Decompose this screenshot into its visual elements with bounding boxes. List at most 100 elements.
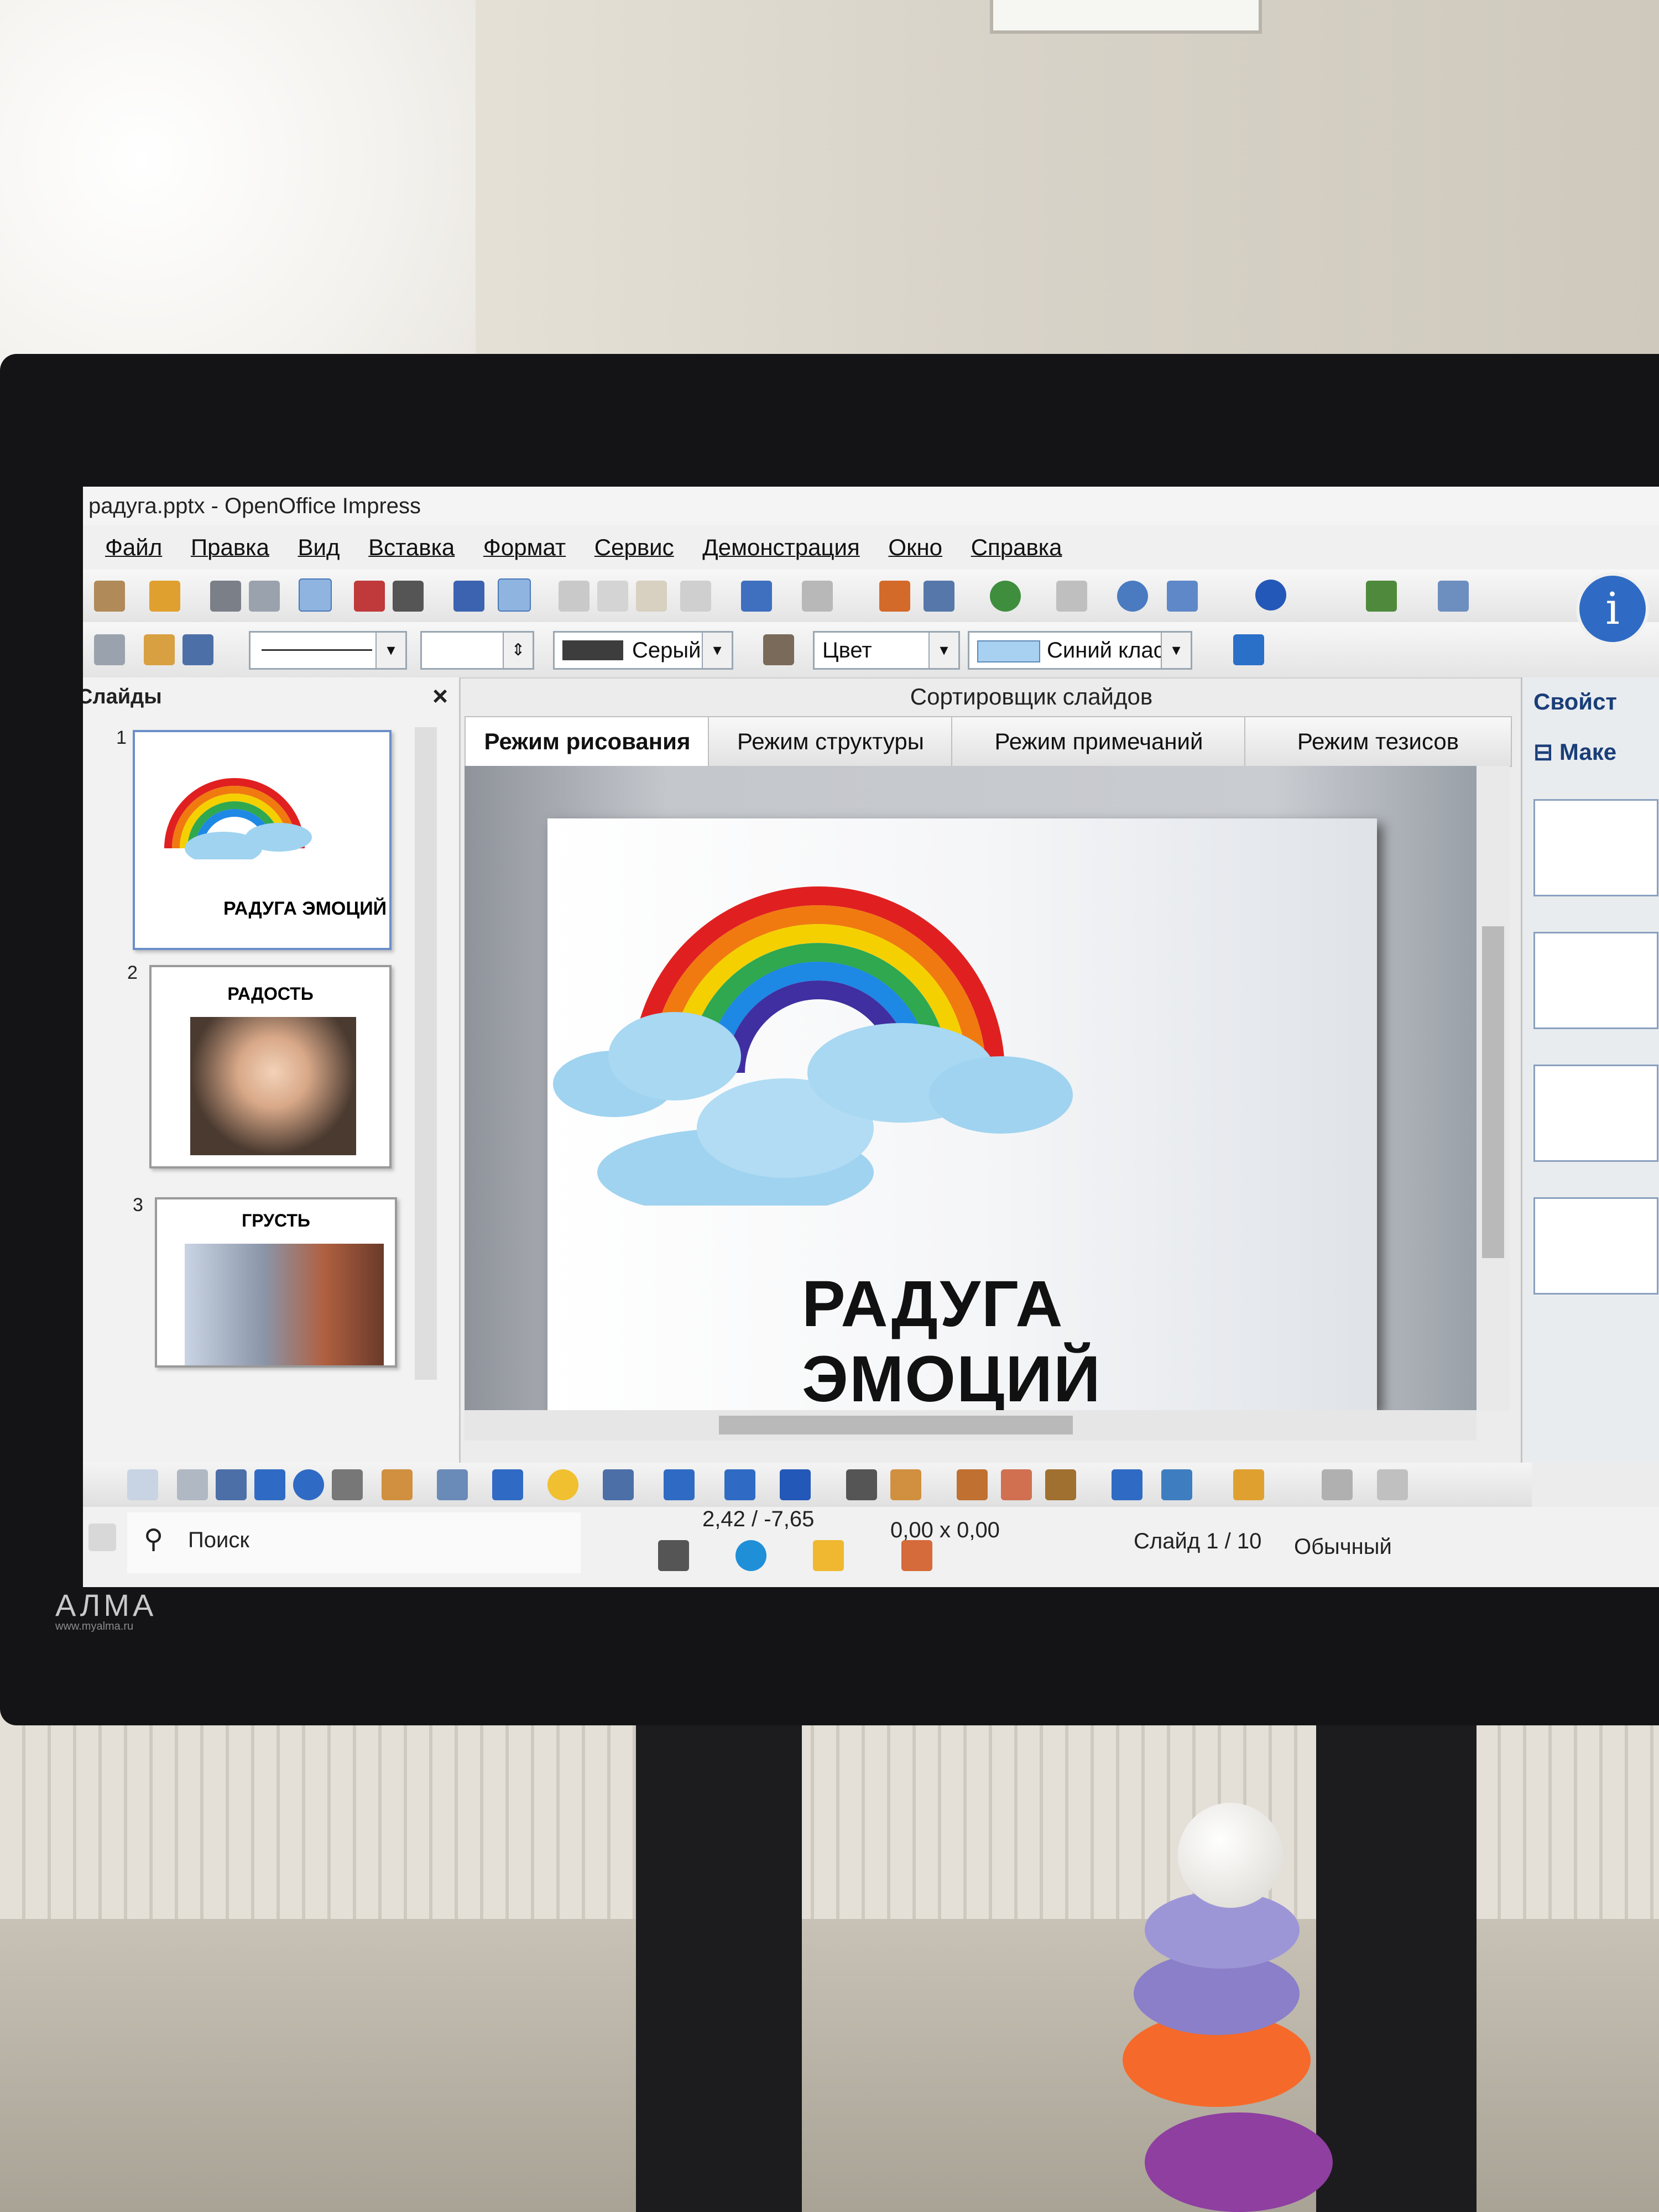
layouts-section-header[interactable]: ⊟ Маке — [1533, 738, 1616, 765]
arrow-tool-icon[interactable] — [216, 1469, 247, 1500]
line-style-select[interactable]: ▾ — [249, 631, 407, 670]
slide-thumbnail-3[interactable]: ГРУСТЬ — [155, 1197, 397, 1368]
gallery-icon[interactable] — [1001, 1469, 1032, 1500]
layout-blank-thumb[interactable] — [1533, 799, 1658, 896]
layout-title-content-thumb[interactable] — [1533, 932, 1658, 1029]
current-slide[interactable]: РАДУГА ЭМОЦИЙ — [547, 818, 1377, 1416]
search-placeholder: Поиск — [188, 1528, 249, 1552]
block-arrows-icon[interactable] — [603, 1469, 634, 1500]
alignment-icon[interactable] — [1161, 1469, 1192, 1500]
menu-edit[interactable]: Правка — [191, 534, 269, 560]
canvas-horizontal-scrollbar[interactable] — [465, 1410, 1477, 1441]
close-icon[interactable]: × — [432, 677, 448, 716]
edge-browser-icon[interactable] — [735, 1540, 766, 1571]
tab-outline-view[interactable]: Режим структуры — [708, 716, 953, 767]
slides-panel-scrollbar[interactable] — [415, 727, 437, 1380]
redo-icon[interactable] — [802, 581, 833, 612]
fill-color-select[interactable]: Синий клас ▾ — [968, 631, 1192, 670]
flowchart-icon[interactable] — [664, 1469, 695, 1500]
line-tool-icon[interactable] — [177, 1469, 208, 1500]
area-style-icon[interactable] — [763, 634, 794, 665]
menu-file[interactable]: Файл — [105, 534, 162, 560]
extrusion-icon[interactable] — [1045, 1469, 1076, 1500]
menu-slideshow[interactable]: Демонстрация — [702, 534, 859, 560]
windows-start-icon[interactable] — [88, 1524, 116, 1551]
rotate-icon[interactable] — [1112, 1469, 1142, 1500]
connector-tool-icon[interactable] — [437, 1469, 468, 1500]
taskbar-search[interactable]: ⚲ Поиск — [127, 1512, 581, 1573]
menu-view[interactable]: Вид — [298, 534, 340, 560]
line-width-field[interactable]: ⇕ — [420, 631, 534, 670]
group-icon[interactable] — [1322, 1469, 1353, 1500]
arrow-style-icon[interactable] — [182, 634, 213, 665]
save-icon[interactable] — [210, 581, 241, 612]
copy-icon[interactable] — [597, 581, 628, 612]
points-icon[interactable] — [846, 1469, 877, 1500]
paste-icon[interactable] — [636, 581, 667, 612]
slide-thumbnail-1[interactable]: РАДУГА ЭМОЦИЙ — [133, 730, 392, 950]
symbol-shapes-icon[interactable] — [547, 1469, 578, 1500]
drawing-toolbar — [83, 1463, 1532, 1507]
navigator-icon[interactable] — [1117, 581, 1148, 612]
zoom-icon[interactable] — [1167, 581, 1198, 612]
ellipse-tool-icon[interactable] — [293, 1469, 324, 1500]
slide-layout-icon[interactable] — [1366, 581, 1397, 612]
layout-two-content-thumb[interactable] — [1533, 1065, 1658, 1162]
shadow-icon[interactable] — [1233, 634, 1264, 665]
menu-window[interactable]: Окно — [888, 534, 942, 560]
edit-mode-icon[interactable] — [299, 578, 332, 612]
slide-design-icon[interactable] — [1438, 581, 1469, 612]
print-icon[interactable] — [393, 581, 424, 612]
clone-format-icon[interactable] — [680, 581, 711, 612]
stars-icon[interactable] — [780, 1469, 811, 1500]
grid-icon[interactable] — [1056, 581, 1087, 612]
from-file-icon[interactable] — [957, 1469, 988, 1500]
search-icon: ⚲ — [144, 1525, 164, 1554]
help-icon[interactable] — [1255, 580, 1286, 611]
standard-toolbar — [83, 570, 1659, 623]
layout-name: Обычный — [1294, 1535, 1392, 1559]
select-arrow-icon[interactable] — [127, 1469, 158, 1500]
new-document-icon[interactable] — [94, 581, 125, 612]
open-folder-icon[interactable] — [149, 581, 180, 612]
line-color-select[interactable]: Серый ▾ — [553, 631, 733, 670]
slide-thumbnail-caption: РАДУГА ЭМОЦИЙ — [223, 898, 387, 919]
arrange-icon[interactable] — [1233, 1469, 1264, 1500]
fill-mode-select[interactable]: Цвет ▾ — [813, 631, 960, 670]
slide-thumbnail-2[interactable]: РАДОСТЬ — [149, 965, 392, 1168]
menu-format[interactable]: Формат — [483, 534, 566, 560]
menu-insert[interactable]: Вставка — [368, 534, 455, 560]
undo-icon[interactable] — [741, 581, 772, 612]
table-icon[interactable] — [924, 581, 954, 612]
impress-app-icon[interactable] — [901, 1540, 932, 1571]
task-view-icon[interactable] — [658, 1540, 689, 1571]
line-icon[interactable] — [144, 634, 175, 665]
layout-title-text-thumb[interactable] — [1533, 1197, 1658, 1295]
info-icon[interactable]: i — [1576, 572, 1649, 645]
spellcheck-icon[interactable] — [453, 581, 484, 612]
menu-tools[interactable]: Сервис — [594, 534, 674, 560]
fill-mode-label: Цвет — [822, 638, 872, 662]
autospellcheck-icon[interactable] — [498, 578, 531, 612]
callouts-icon[interactable] — [724, 1469, 755, 1500]
glue-points-icon[interactable] — [1377, 1469, 1408, 1500]
curve-tool-icon[interactable] — [382, 1469, 413, 1500]
canvas-vertical-scrollbar[interactable] — [1477, 766, 1510, 1410]
tab-notes-view[interactable]: Режим примечаний — [951, 716, 1246, 767]
slide-title[interactable]: РАДУГА ЭМОЦИЙ — [802, 1266, 1377, 1417]
text-tool-icon[interactable] — [332, 1469, 363, 1500]
toy-top-ball — [1178, 1803, 1283, 1908]
tab-drawing-view[interactable]: Режим рисования — [465, 716, 710, 766]
tab-handout-view[interactable]: Режим тезисов — [1244, 716, 1512, 767]
file-explorer-icon[interactable] — [813, 1540, 844, 1571]
chart-icon[interactable] — [879, 581, 910, 612]
export-pdf-icon[interactable] — [354, 581, 385, 612]
basic-shapes-icon[interactable] — [492, 1469, 523, 1500]
cut-icon[interactable] — [559, 581, 589, 612]
rectangle-tool-icon[interactable] — [254, 1469, 285, 1500]
email-icon[interactable] — [249, 581, 280, 612]
object-icon[interactable] — [94, 634, 125, 665]
hyperlink-icon[interactable] — [990, 581, 1021, 612]
menu-help[interactable]: Справка — [971, 534, 1062, 560]
fontwork-icon[interactable] — [890, 1469, 921, 1500]
